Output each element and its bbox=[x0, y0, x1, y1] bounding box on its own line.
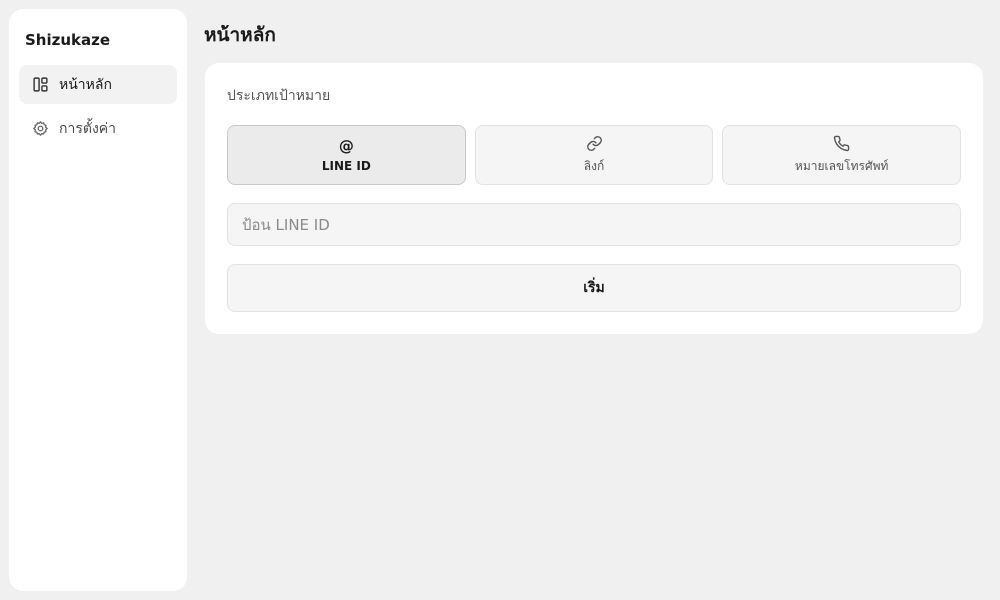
app-window: Shizukaze หน้าหลัก การตั้งค่า หน้าหลัก ป… bbox=[0, 0, 1000, 600]
target-type-label-text: หมายเลขโทรศัพท์ bbox=[794, 158, 889, 173]
sidebar: Shizukaze หน้าหลัก การตั้งค่า bbox=[9, 9, 187, 591]
line-id-input[interactable] bbox=[227, 203, 961, 246]
link-icon bbox=[586, 135, 603, 153]
target-type-selector: @ LINE ID ลิงก์ หมายเลขโทรศัพท์ bbox=[227, 125, 962, 185]
target-type-label: ประเภทเป้าหมาย bbox=[227, 88, 331, 104]
sidebar-item-label: หน้าหลัก bbox=[59, 76, 112, 93]
page-title: หน้าหลัก bbox=[204, 24, 276, 46]
target-type-label-text: ลิงก์ bbox=[583, 158, 605, 173]
at-icon: @ bbox=[338, 137, 354, 155]
sidebar-item-home[interactable]: หน้าหลัก bbox=[19, 65, 177, 104]
sidebar-item-label: การตั้งค่า bbox=[59, 120, 117, 137]
target-type-phone-button[interactable]: หมายเลขโทรศัพท์ bbox=[722, 125, 962, 185]
target-type-line-id-button[interactable]: @ LINE ID bbox=[227, 125, 466, 185]
target-card: ประเภทเป้าหมาย @ LINE ID ลิงก์ หมายเลขโท… bbox=[205, 63, 983, 334]
brand-name: Shizukaze bbox=[25, 31, 111, 49]
layout-icon bbox=[31, 76, 49, 94]
start-button[interactable]: เริ่ม bbox=[227, 264, 961, 312]
phone-icon bbox=[833, 135, 850, 153]
target-type-link-button[interactable]: ลิงก์ bbox=[474, 125, 714, 185]
gear-icon bbox=[31, 120, 49, 138]
sidebar-item-settings[interactable]: การตั้งค่า bbox=[19, 109, 177, 148]
target-type-label-text: LINE ID bbox=[321, 159, 371, 173]
